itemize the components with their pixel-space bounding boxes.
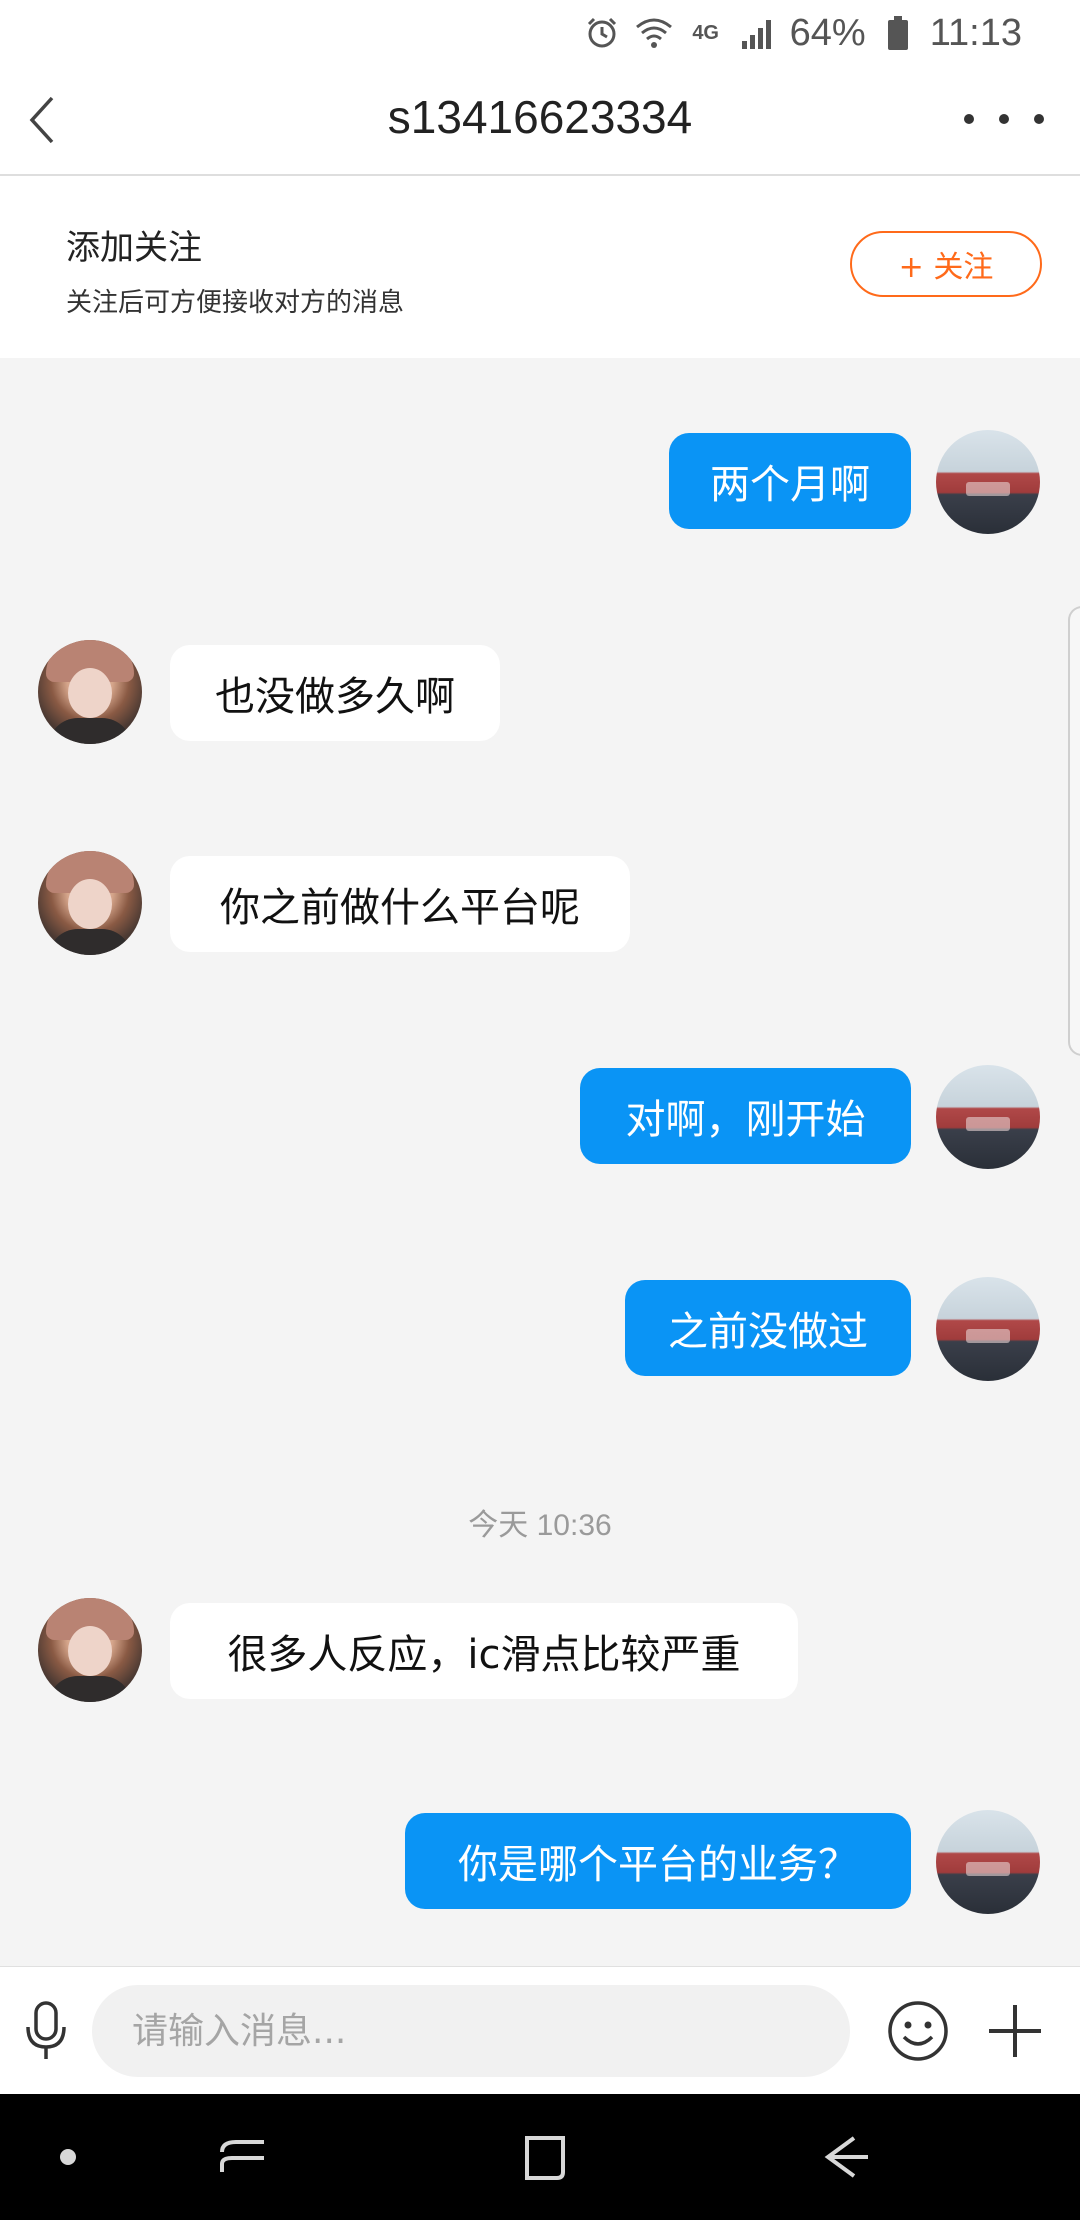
contact-avatar[interactable] <box>38 640 142 744</box>
signal-icon <box>738 13 778 53</box>
avatar-face <box>68 1626 112 1676</box>
more-dot <box>999 114 1009 124</box>
message-row: 对啊，刚开始 <box>0 1063 1080 1173</box>
more-actions-button[interactable] <box>985 2001 1045 2061</box>
message-row: 你是哪个平台的业务？ <box>0 1808 1080 1918</box>
avatar-logo <box>966 1117 1010 1131</box>
microphone-icon <box>26 2001 66 2059</box>
more-button[interactable] <box>964 94 1044 144</box>
message-bubble[interactable]: 对啊，刚开始 <box>580 1068 911 1164</box>
wifi-icon <box>634 13 674 53</box>
battery-icon <box>878 13 918 53</box>
more-dots-icon <box>964 114 974 124</box>
message-bubble[interactable]: 也没做多久啊 <box>170 645 500 741</box>
follow-panel: 添加关注 关注后可方便接收对方的消息 + 关注 <box>0 176 1080 358</box>
nav-dot-button[interactable] <box>38 2132 98 2182</box>
emoji-button[interactable] <box>886 1999 950 2063</box>
message-input[interactable] <box>92 1985 850 2077</box>
emoji-icon <box>888 2001 948 2061</box>
home-button[interactable] <box>515 2132 575 2182</box>
avatar-face <box>68 879 112 929</box>
message-bubble[interactable]: 两个月啊 <box>669 433 911 529</box>
self-avatar[interactable] <box>936 1065 1040 1169</box>
avatar-body <box>48 718 132 744</box>
message-row: 也没做多久啊 <box>0 640 1080 750</box>
plus-icon <box>989 2005 1041 2057</box>
message-bubble[interactable]: 很多人反应，ic滑点比较严重 <box>170 1603 798 1699</box>
follow-subtitle: 关注后可方便接收对方的消息 <box>66 288 405 318</box>
network-4g-icon: 4G <box>692 21 719 44</box>
contact-avatar[interactable] <box>38 851 142 955</box>
more-dot <box>1034 114 1044 124</box>
recent-apps-icon <box>220 2140 264 2172</box>
recent-apps-button[interactable] <box>214 2132 274 2182</box>
timestamp: 今天 10:36 <box>468 1509 612 1542</box>
message-row: 之前没做过 <box>0 1275 1080 1385</box>
avatar-logo <box>966 482 1010 496</box>
follow-title: 添加关注 <box>66 228 202 268</box>
message-row: 两个月啊 <box>0 428 1080 538</box>
avatar-body <box>48 1676 132 1702</box>
self-avatar[interactable] <box>936 1810 1040 1914</box>
message-bubble[interactable]: 你之前做什么平台呢 <box>170 856 630 952</box>
chat-header: s13416623334 <box>0 64 1080 176</box>
self-avatar[interactable] <box>936 430 1040 534</box>
message-bubble[interactable]: 你是哪个平台的业务？ <box>405 1813 911 1909</box>
alarm-icon <box>582 13 622 53</box>
message-bubble[interactable]: 之前没做过 <box>625 1280 911 1376</box>
avatar-logo <box>966 1862 1010 1876</box>
system-nav-bar <box>0 2094 1080 2220</box>
status-time: 11:13 <box>929 11 1022 54</box>
avatar-face <box>68 668 112 718</box>
message-row: 很多人反应，ic滑点比较严重 <box>0 1598 1080 1708</box>
avatar-body <box>48 929 132 955</box>
follow-button[interactable]: + 关注 <box>850 231 1042 297</box>
message-row: 你之前做什么平台呢 <box>0 851 1080 961</box>
chat-title: s13416623334 <box>387 91 693 143</box>
input-bar <box>0 1966 1080 2095</box>
status-bar: 4G 64% 11:13 <box>0 0 1080 64</box>
system-back-button[interactable] <box>818 2132 878 2182</box>
back-icon <box>824 2136 868 2178</box>
avatar-logo <box>966 1329 1010 1343</box>
home-icon <box>525 2136 565 2180</box>
contact-avatar[interactable] <box>38 1598 142 1702</box>
self-avatar[interactable] <box>936 1277 1040 1381</box>
nav-dot-icon <box>60 2149 76 2165</box>
voice-button[interactable] <box>22 2001 70 2061</box>
battery-percentage: 64% <box>789 11 866 54</box>
